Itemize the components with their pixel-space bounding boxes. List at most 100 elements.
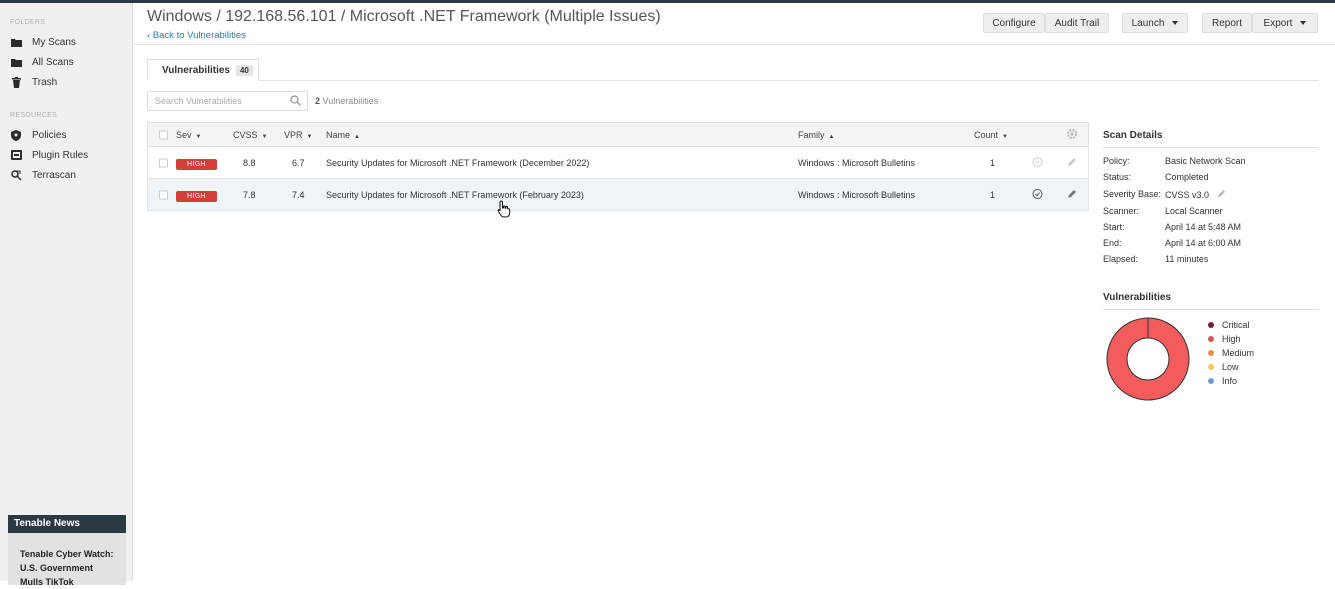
sidebar-item-plugin-rules[interactable]: Plugin Rules	[10, 148, 88, 162]
trash-icon	[10, 76, 22, 88]
vulnerability-donut-chart[interactable]	[1105, 316, 1191, 407]
vuln-count: 1	[990, 157, 996, 168]
vuln-family: Windows : Microsoft Bulletins	[798, 189, 916, 200]
severity-badge: HIGH	[176, 158, 217, 170]
detail-scanner: Scanner: Local Scanner	[1103, 206, 1223, 216]
select-all-checkbox[interactable]	[159, 130, 168, 139]
vulnerabilities-table: Sev ▼ CVSS ▼ VPR ▼ Name ▲ Family ▲ Count ▼ HIG…	[147, 122, 1089, 211]
edit-icon[interactable]	[1217, 189, 1226, 200]
sort-asc-icon: ▲	[354, 133, 360, 140]
edit-icon[interactable]	[1067, 157, 1077, 169]
caret-down-icon	[1172, 21, 1179, 25]
sidebar-section-resources: RESOURCES	[10, 112, 58, 119]
gear-icon[interactable]	[1066, 128, 1078, 142]
vuln-count: 1	[990, 189, 996, 200]
col-family[interactable]: Family ▲	[798, 130, 834, 140]
detail-elapsed: Elapsed: 11 minutes	[1103, 254, 1209, 264]
search-placeholder: Search Vulnerabilities	[155, 96, 242, 106]
row-checkbox[interactable]	[159, 190, 168, 199]
col-count[interactable]: Count ▼	[974, 130, 1008, 140]
tab-vulnerabilities[interactable]: Vulnerabilities 40	[147, 59, 259, 81]
col-name[interactable]: Name ▲	[326, 130, 360, 140]
vpr-value: 6.7	[292, 157, 305, 168]
search-icon[interactable]	[290, 95, 301, 108]
result-count: 2 Vulnerabilities	[315, 96, 379, 106]
sidebar-item-label: My Scans	[32, 36, 76, 48]
sidebar-item-label: Terrascan	[32, 169, 76, 181]
audit-trail-button[interactable]: Audit Trail	[1045, 13, 1109, 33]
vuln-name: Security Updates for Microsoft .NET Fram…	[326, 157, 590, 168]
sort-desc-icon: ▼	[261, 133, 268, 140]
vuln-name: Security Updates for Microsoft .NET Fram…	[326, 189, 584, 200]
launch-label: Launch	[1131, 17, 1165, 29]
configure-button[interactable]: Configure	[983, 13, 1045, 33]
vpr-value: 7.4	[292, 189, 305, 200]
shield-icon	[10, 129, 22, 141]
sidebar-section-folders: FOLDERS	[10, 19, 46, 26]
tab-label: Vulnerabilities	[162, 64, 230, 76]
sidebar-item-trash[interactable]: Trash	[10, 75, 57, 89]
sort-desc-icon: ▼	[306, 133, 313, 140]
legend-dot	[1208, 350, 1214, 356]
row-checkbox[interactable]	[159, 158, 168, 167]
col-sev[interactable]: Sev ▼	[176, 130, 201, 140]
vuln-family: Windows : Microsoft Bulletins	[798, 157, 916, 168]
scan-details-divider	[1103, 147, 1318, 148]
sort-asc-icon: ▲	[828, 133, 835, 140]
legend-dot	[1208, 322, 1214, 328]
terrascan-icon	[10, 169, 22, 181]
table-row[interactable]: HIGH 7.8 7.4 Security Updates for Micros…	[147, 179, 1089, 211]
top-bar	[0, 0, 1335, 3]
tab-count-badge: 40	[235, 64, 253, 76]
news-title: Tenable News	[8, 515, 126, 533]
cvss-value: 8.8	[243, 157, 256, 168]
detail-start: Start: April 14 at 5:48 AM	[1103, 222, 1242, 232]
hand-cursor-icon	[497, 200, 511, 223]
search-input[interactable]: Search Vulnerabilities	[147, 91, 308, 111]
caret-down-icon	[1300, 21, 1307, 25]
export-label: Export	[1263, 17, 1293, 29]
sidebar-item-terrascan[interactable]: Terrascan	[10, 168, 76, 182]
legend-dot	[1208, 336, 1214, 342]
launch-button[interactable]: Launch	[1122, 13, 1188, 33]
table-row[interactable]: HIGH 8.8 6.7 Security Updates for Micros…	[147, 147, 1089, 179]
col-cvss[interactable]: CVSS ▼	[233, 130, 267, 140]
folder-icon	[10, 56, 22, 68]
sidebar-item-label: Policies	[32, 129, 67, 141]
sidebar-item-my-scans[interactable]: My Scans	[10, 35, 76, 49]
table-header: Sev ▼ CVSS ▼ VPR ▼ Name ▲ Family ▲ Count ▼	[147, 122, 1089, 147]
page-title: Windows / 192.168.56.101 / Microsoft .NE…	[147, 8, 661, 25]
scan-details-title: Scan Details	[1103, 130, 1163, 141]
detail-status: Status: Completed	[1103, 172, 1209, 182]
edit-icon[interactable]	[1067, 189, 1077, 201]
legend-dot	[1208, 364, 1214, 370]
legend-critical: Critical	[1208, 320, 1250, 330]
sidebar-item-label: Plugin Rules	[32, 149, 89, 161]
legend-low: Low	[1208, 362, 1239, 372]
detail-end: End: April 14 at 6:00 AM	[1103, 238, 1242, 248]
sidebar-item-all-scans[interactable]: All Scans	[10, 55, 74, 69]
sort-desc-icon: ▼	[1002, 133, 1008, 140]
sidebar-item-label: Trash	[32, 76, 58, 88]
col-vpr[interactable]: VPR ▼	[284, 130, 312, 140]
snooze-icon[interactable]	[1032, 188, 1043, 201]
legend-high: High	[1208, 334, 1241, 344]
sidebar: FOLDERS My Scans All Scans Trash RESOURC…	[0, 3, 133, 587]
export-button[interactable]: Export	[1252, 13, 1318, 33]
back-link-label: Back to Vulnerabilities	[152, 30, 246, 41]
legend-dot	[1208, 378, 1214, 384]
donut-inner-ring	[1126, 337, 1170, 381]
severity-badge: HIGH	[176, 190, 217, 202]
sidebar-item-policies[interactable]: Policies	[10, 128, 66, 142]
cvss-value: 7.8	[243, 189, 256, 200]
legend-info: Info	[1208, 376, 1237, 386]
header-divider	[134, 44, 1335, 45]
back-link[interactable]: ‹ Back to Vulnerabilities	[147, 30, 246, 41]
folder-icon	[10, 36, 22, 48]
report-button[interactable]: Report	[1202, 13, 1252, 33]
sort-desc-icon: ▼	[195, 133, 202, 140]
detail-severity-base: Severity Base: CVSS v3.0	[1103, 189, 1226, 200]
snooze-icon[interactable]	[1032, 156, 1043, 169]
vulnerabilities-divider	[1103, 309, 1318, 310]
vulnerabilities-chart-title: Vulnerabilities	[1103, 292, 1171, 303]
